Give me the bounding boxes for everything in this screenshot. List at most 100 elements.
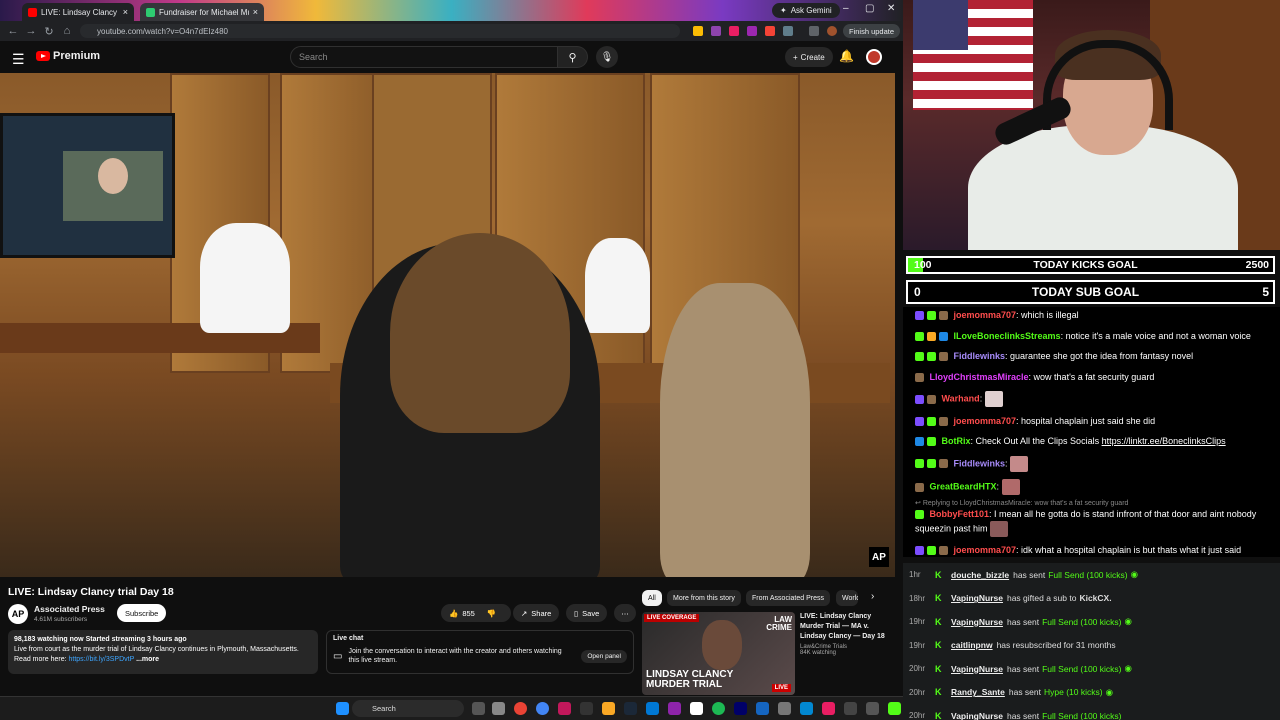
- edge-icon[interactable]: [646, 702, 659, 715]
- description-box[interactable]: 98,183 watching now Started streaming 3 …: [8, 630, 318, 674]
- chip-more-from-story[interactable]: More from this story: [667, 590, 741, 606]
- task-view-icon[interactable]: [472, 702, 485, 715]
- close-window-icon[interactable]: ✕: [887, 3, 895, 14]
- extension-icon[interactable]: [747, 26, 757, 36]
- app-icon[interactable]: [558, 702, 571, 715]
- event-action: has sent: [1008, 687, 1041, 698]
- search-input[interactable]: Search: [290, 46, 558, 68]
- description-link[interactable]: https://bit.ly/3SPDvtP: [68, 656, 134, 663]
- extension-icon[interactable]: [711, 26, 721, 36]
- more-actions-button[interactable]: ⋯: [614, 604, 636, 622]
- app-icon[interactable]: [778, 702, 791, 715]
- chat-username[interactable]: Warhand: [942, 393, 980, 403]
- kicks-icon: ◉: [1124, 663, 1132, 674]
- event-user[interactable]: VapingNurse: [951, 593, 1003, 603]
- extension-icon[interactable]: [729, 26, 739, 36]
- share-button[interactable]: ↗ Share: [513, 604, 560, 622]
- save-label: Save: [582, 608, 600, 618]
- taskbar-search[interactable]: Search: [352, 700, 464, 717]
- profile-icon[interactable]: [809, 26, 819, 36]
- chip-all[interactable]: All: [642, 590, 662, 606]
- search-icon: ⚲: [568, 51, 577, 64]
- extension-icon[interactable]: [693, 26, 703, 36]
- youtube-premium-logo[interactable]: Premium: [36, 50, 100, 62]
- close-tab-icon[interactable]: ×: [253, 7, 258, 17]
- chat-username[interactable]: BobbyFett101: [930, 509, 990, 519]
- start-icon[interactable]: [336, 702, 349, 715]
- open-panel-button[interactable]: Open panel: [581, 649, 627, 663]
- save-button[interactable]: ▯ Save: [566, 604, 608, 622]
- ask-gemini-button[interactable]: ✦ Ask Gemini: [772, 3, 840, 18]
- event-user[interactable]: VapingNurse: [951, 664, 1003, 674]
- more-link[interactable]: ...more: [136, 656, 159, 663]
- like-count[interactable]: 855: [462, 609, 475, 618]
- thumbs-up-icon[interactable]: 👍: [449, 609, 458, 618]
- app-icon[interactable]: [580, 702, 593, 715]
- app-icon[interactable]: [668, 702, 681, 715]
- chat-username[interactable]: joemomma707: [954, 545, 1017, 555]
- url-bar[interactable]: youtube.com/watch?v=O4n7dEIz480: [80, 24, 680, 38]
- tab-label: LIVE: Lindsay Clancy trial D: [41, 7, 119, 17]
- chat-username[interactable]: Fiddlewinks: [954, 458, 1006, 468]
- extensions-puzzle-icon[interactable]: [783, 26, 793, 36]
- app-icon[interactable]: [822, 702, 835, 715]
- extension-icon[interactable]: [765, 26, 775, 36]
- home-icon[interactable]: ⌂: [58, 25, 76, 37]
- steam-icon[interactable]: [624, 702, 637, 715]
- voice-search-button[interactable]: 🎙: [596, 46, 618, 68]
- event-user[interactable]: caitlinpnw: [951, 640, 993, 650]
- forward-icon[interactable]: →: [22, 25, 40, 37]
- chat-username[interactable]: BotRix: [942, 436, 971, 446]
- close-tab-icon[interactable]: ×: [123, 7, 128, 17]
- premiere-icon[interactable]: [734, 702, 747, 715]
- chat-username[interactable]: joemomma707: [954, 416, 1017, 426]
- app-icon[interactable]: [756, 702, 769, 715]
- thumbs-down-icon[interactable]: 👎: [487, 609, 496, 618]
- chrome-icon[interactable]: [514, 702, 527, 715]
- subscribe-button[interactable]: Subscribe: [117, 604, 167, 622]
- spotify-icon[interactable]: [712, 702, 725, 715]
- minimize-icon[interactable]: –: [843, 3, 849, 14]
- chat-link[interactable]: https://linktr.ee/BoneclinksClips: [1102, 436, 1226, 446]
- finish-update-button[interactable]: Finish update: [843, 24, 901, 38]
- maximize-icon[interactable]: ▢: [865, 3, 874, 14]
- chat-username[interactable]: Fiddlewinks: [954, 351, 1006, 361]
- tab-fundraiser[interactable]: Fundraiser for Michael Musgro ×: [140, 3, 264, 21]
- chat-username[interactable]: ILoveBoneclinksStreams: [954, 331, 1061, 341]
- microphone-icon: 🎙: [600, 51, 614, 63]
- channel-name[interactable]: Associated Press: [34, 604, 105, 614]
- video-player[interactable]: AP: [0, 73, 895, 577]
- chip-from-ap[interactable]: From Associated Press: [746, 590, 830, 606]
- browser-icon[interactable]: [536, 702, 549, 715]
- recommended-info[interactable]: LIVE: Lindsay Clancy Murder Trial — MA v…: [800, 612, 895, 656]
- event-user[interactable]: Randy_Sante: [951, 687, 1005, 697]
- app-icon[interactable]: [690, 702, 703, 715]
- notifications-bell-icon[interactable]: 🔔: [839, 49, 854, 63]
- chat-username[interactable]: joemomma707: [954, 310, 1017, 320]
- app-icon[interactable]: [866, 702, 879, 715]
- event-user[interactable]: VapingNurse: [951, 711, 1003, 720]
- account-avatar[interactable]: [866, 49, 882, 65]
- app-icon[interactable]: [492, 702, 505, 715]
- back-icon[interactable]: ←: [4, 25, 22, 37]
- create-button[interactable]: + Create: [785, 47, 833, 67]
- reload-icon[interactable]: ↻: [40, 25, 58, 38]
- app-icon[interactable]: [844, 702, 857, 715]
- profile-avatar-icon[interactable]: [827, 26, 837, 36]
- chat-text: : hospital chaplain just said she did: [1016, 415, 1156, 426]
- chevron-right-icon[interactable]: ›: [871, 591, 874, 602]
- chat-text: :: [996, 481, 1000, 492]
- channel-avatar[interactable]: AP: [8, 604, 28, 624]
- kick-icon[interactable]: [888, 702, 901, 715]
- event-user[interactable]: douche_bizzle: [951, 570, 1009, 580]
- file-explorer-icon[interactable]: [602, 702, 615, 715]
- chat-username[interactable]: GreatBeardHTX: [930, 481, 997, 491]
- chat-username[interactable]: LloydChristmasMiracle: [930, 372, 1029, 382]
- chip-world[interactable]: World: [836, 590, 858, 606]
- recommended-thumbnail[interactable]: LIVE COVERAGE LAW CRIME LINDSAY CLANCY M…: [642, 612, 795, 695]
- tab-lindsay-clancy[interactable]: LIVE: Lindsay Clancy trial D ×: [22, 3, 134, 21]
- hamburger-menu-icon[interactable]: ☰: [12, 51, 25, 68]
- event-user[interactable]: VapingNurse: [951, 617, 1003, 627]
- app-icon[interactable]: [800, 702, 813, 715]
- search-button[interactable]: ⚲: [558, 46, 588, 68]
